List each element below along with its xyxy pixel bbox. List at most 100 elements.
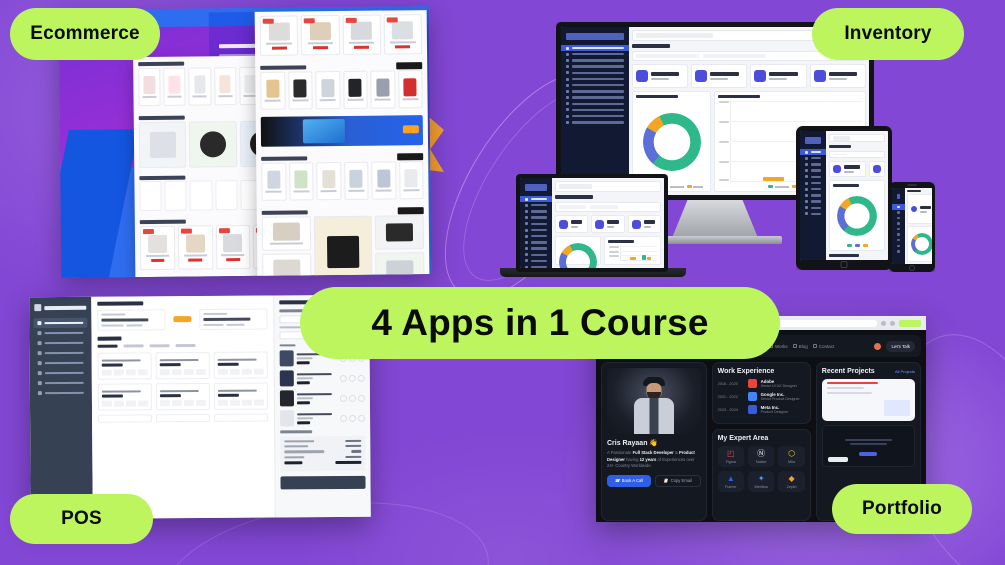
inventory-main: [904, 188, 932, 264]
product-card[interactable]: [213, 382, 269, 411]
stat-card[interactable]: [869, 161, 885, 177]
project-thumbnail-light[interactable]: [821, 379, 915, 421]
stat-card[interactable]: [627, 215, 661, 233]
inventory-topbar[interactable]: [554, 181, 661, 192]
nav-link-blog[interactable]: Blog: [792, 342, 808, 351]
miro-icon: ⬡: [788, 449, 796, 458]
profile-name: Cris Rayaan 👋: [607, 440, 659, 447]
pos-main-panel: [91, 295, 275, 519]
tool-webflow[interactable]: ✦ Webflow: [747, 471, 775, 492]
product-card[interactable]: [156, 414, 211, 423]
sidebar-item-report[interactable]: [34, 368, 88, 378]
stat-card[interactable]: [829, 161, 866, 177]
inventory-date-filters[interactable]: [554, 202, 661, 212]
transaction-customer-box[interactable]: [97, 309, 166, 331]
sidebar-item-history[interactable]: [34, 358, 88, 368]
order-line-item[interactable]: [280, 410, 366, 427]
product-card[interactable]: [155, 383, 211, 411]
theme-toggle-icon[interactable]: [874, 342, 882, 350]
stat-card-customer-debt[interactable]: [750, 64, 807, 88]
ecommerce-electronics-row[interactable]: [256, 161, 428, 206]
monitor-stand-base: [648, 236, 782, 244]
transaction-order-box[interactable]: [199, 308, 268, 330]
inventory-page-title: [906, 190, 921, 193]
product-card[interactable]: [97, 352, 152, 380]
zeplin-icon: ◆: [788, 474, 795, 483]
phone-earpiece: [907, 184, 917, 186]
pos-sidebar[interactable]: [29, 296, 93, 520]
tab-tshirt[interactable]: [175, 343, 196, 347]
process-transaction-button[interactable]: [280, 475, 366, 490]
product-card[interactable]: [155, 351, 210, 380]
stat-card[interactable]: [591, 215, 625, 233]
order-line-item[interactable]: [279, 370, 365, 387]
nav-link-contact[interactable]: Contact: [812, 342, 834, 351]
sidebar-item-verification[interactable]: [33, 328, 87, 338]
ecommerce-shop-pay-grid[interactable]: [257, 215, 430, 276]
webflow-icon: ✦: [757, 474, 765, 483]
inventory-topbar[interactable]: [829, 134, 885, 142]
inventory-phone-mockup: [889, 182, 935, 272]
order-line-item[interactable]: [279, 390, 365, 407]
summary-row: [284, 439, 362, 443]
stat-card[interactable]: [906, 194, 932, 225]
ecommerce-fashion-row[interactable]: [255, 70, 427, 115]
phone-home-button[interactable]: [909, 265, 915, 271]
stat-card[interactable]: [554, 215, 589, 233]
tab-all-items[interactable]: [97, 344, 118, 348]
sidebar-item-cashier[interactable]: [33, 317, 88, 329]
copy-icon: 📋: [663, 477, 669, 483]
phone-icon: ☎: [614, 478, 620, 483]
browser-add-icon[interactable]: [881, 320, 886, 326]
tool-miro[interactable]: ⬡ Miro: [778, 446, 805, 467]
product-card[interactable]: [97, 383, 153, 412]
transaction-status-badge: [173, 316, 192, 323]
tool-figma[interactable]: ◰ Figma: [717, 446, 744, 467]
browser-tabs-icon[interactable]: [890, 320, 895, 326]
inventory-sidebar[interactable]: [892, 188, 905, 264]
tab-hoodie[interactable]: [123, 344, 144, 348]
tool-zeplin[interactable]: ◆ Zeplin: [778, 471, 805, 492]
copy-email-button[interactable]: 📋 Copy Email: [654, 474, 701, 487]
inventory-sidebar[interactable]: [520, 178, 552, 268]
inventory-date-filters[interactable]: [829, 151, 885, 158]
tab-pants[interactable]: [149, 343, 170, 348]
product-card[interactable]: [213, 351, 268, 379]
ecommerce-product-row[interactable]: [255, 10, 428, 61]
inventory-sidebar[interactable]: [800, 131, 827, 260]
figma-icon: ◰: [727, 449, 735, 458]
inventory-main: [826, 131, 888, 260]
product-tabs[interactable]: [97, 343, 268, 348]
sidebar-item-help-support[interactable]: [34, 388, 88, 398]
stat-card-total-expenses[interactable]: [691, 64, 748, 88]
tool-framer[interactable]: ▲ Framer: [717, 471, 744, 492]
buy-now-button[interactable]: [899, 319, 921, 327]
product-grid[interactable]: [97, 351, 269, 424]
inventory-dashboard-screen-tablet[interactable]: [800, 131, 888, 260]
book-a-call-button[interactable]: ☎ Book A Call: [607, 474, 651, 487]
sidebar-item-transaction[interactable]: [34, 338, 88, 348]
inventory-dashboard-screen-laptop[interactable]: [520, 178, 664, 268]
summary-total-row: [284, 460, 362, 465]
sidebar-item-settings[interactable]: [34, 378, 88, 388]
inventory-dashboard-screen-phone[interactable]: [892, 188, 932, 264]
ecommerce-storefront-page-b[interactable]: [254, 10, 430, 276]
ecommerce-promo-banner[interactable]: [260, 115, 424, 147]
inventory-stat-cards: [554, 215, 661, 233]
stat-card-total-sales[interactable]: [631, 64, 689, 88]
stat-card-purchases[interactable]: [809, 64, 866, 88]
sidebar-item-logout[interactable]: [561, 119, 629, 125]
google-logo-icon: [747, 392, 757, 401]
label-ecommerce: Ecommerce: [10, 8, 160, 60]
project-thumbnail-dark[interactable]: [821, 425, 915, 467]
tool-notion[interactable]: Ⓝ Notion: [747, 446, 775, 467]
tablet-home-button[interactable]: [840, 261, 848, 268]
poster-title: 4 Apps in 1 Course: [300, 287, 780, 359]
sidebar-item-product-list[interactable]: [34, 348, 88, 358]
product-card[interactable]: [98, 414, 153, 424]
lets-talk-button[interactable]: Let's Talk: [886, 340, 915, 352]
product-card[interactable]: [214, 413, 269, 423]
all-projects-link[interactable]: All Projects: [895, 369, 915, 374]
inventory-stat-cards: [829, 161, 885, 177]
inventory-sidebar[interactable]: [561, 27, 629, 195]
